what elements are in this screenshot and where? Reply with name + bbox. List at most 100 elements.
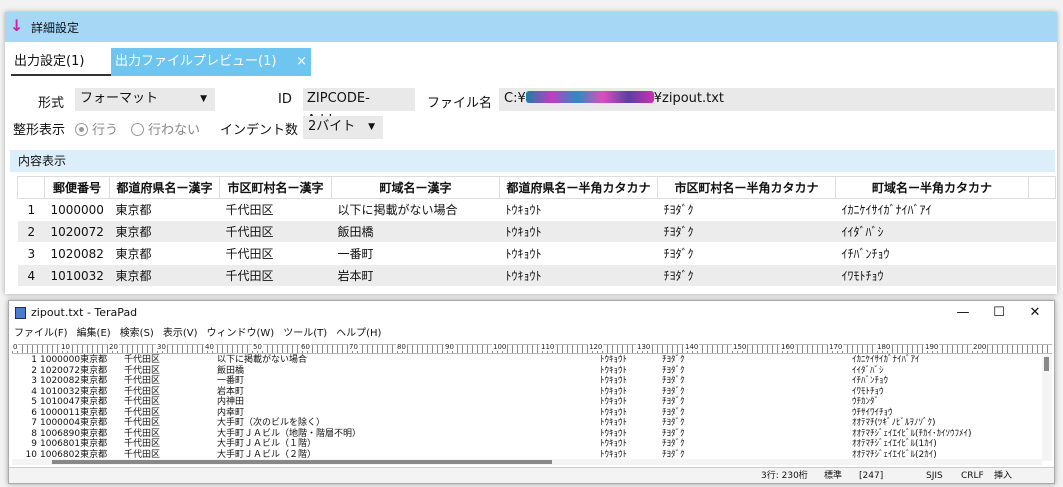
ruler-number: 140 <box>684 343 700 351</box>
table-cell: ｲﾁﾊﾞﾝﾁｮｳ <box>835 242 1029 265</box>
column-header[interactable] <box>1028 176 1056 199</box>
table-cell: 1020072 <box>44 220 110 243</box>
shaping-label: 整形表示 <box>13 123 66 138</box>
editor-line: 9 1006801東京都 千代田区 大手町ＪＡビル（１階） ﾄｳｷｮｳﾄ ﾁﾖﾀﾞｸ ｵｵﾃ… <box>12 439 1042 449</box>
table-cell: 1000000 <box>44 198 110 221</box>
line-field: 千代田区 <box>124 449 161 460</box>
ruler-number: 50 <box>252 343 263 351</box>
ruler-number: 170 <box>828 343 844 351</box>
status-field: 3行: 230桁 <box>761 471 808 481</box>
column-header[interactable]: 郵便番号 <box>44 176 110 199</box>
table-cell: 岩本町 <box>331 264 500 287</box>
line-field: 岩本町 <box>217 386 245 397</box>
tab-output-file-preview[interactable]: 出力ファイルプレビュー(1) × <box>111 48 311 76</box>
down-arrow-icon[interactable]: ↓ <box>10 17 23 35</box>
tab-label: 出力ファイルプレビュー(1) <box>115 54 277 69</box>
line-field: ﾁﾖﾀﾞｸ <box>662 355 685 365</box>
menu-item[interactable]: ウィンドウ(W) <box>207 325 275 343</box>
scroll-thumb[interactable] <box>52 460 552 464</box>
table-cell: ﾁﾖﾀﾞｸ <box>657 264 836 287</box>
tab-output-settings[interactable]: 出力設定(1) <box>11 48 111 76</box>
text-editor[interactable]: 1 1000000東京都 千代田区 以下に掲載がない場合 ﾄｳｷｮｳﾄ ﾁﾖﾀﾞｸ ｲｶﾆｹ… <box>12 355 1042 461</box>
menu-item[interactable]: ファイル(F) <box>14 325 68 343</box>
preview-table: 郵便番号 都道府県名ー漢字 市区町村名ー漢字 町域名ー漢字 都道府県名ー半角カタカナ 市区… <box>17 176 1056 287</box>
line-field: ﾄｳｷｮｳﾄ <box>600 418 628 428</box>
status-field: SJIS <box>926 471 943 481</box>
column-header[interactable]: 都道府県名ー漢字 <box>109 176 220 199</box>
close-icon[interactable]: × <box>296 48 307 76</box>
line-field: 大手町ＪＡビル（１階） <box>217 439 317 449</box>
panel-titlebar[interactable]: ↓ 詳細設定 <box>5 12 1057 42</box>
chevron-down-icon: ▼ <box>368 122 375 132</box>
line-field: 大手町ＪＡビル（地階・階層不明） <box>217 428 362 439</box>
line-field: ﾄｳｷｮｳﾄ <box>600 376 628 386</box>
line-field: ﾄｳｷｮｳﾄ <box>600 397 628 407</box>
line-field: 1000000東京都 <box>40 355 108 365</box>
line-field: ｲﾁﾊﾞﾝﾁｮｳ <box>852 376 889 386</box>
table-cell: ﾁﾖﾀﾞｸ <box>657 198 836 221</box>
table-row[interactable]: 2 1020072 東京都 千代田区 飯田橋 ﾄｳｷｮｳﾄ ﾁﾖﾀﾞｸ ｲｲﾀﾞﾊﾞｼ <box>17 220 1056 243</box>
menu-item[interactable]: ツール(T) <box>283 325 327 343</box>
column-header[interactable]: 市区町村名ー漢字 <box>219 176 332 199</box>
line-field: ﾄｳｷｮｳﾄ <box>600 428 628 439</box>
detail-settings-panel: ↓ 詳細設定 出力設定(1) 出力ファイルプレビュー(1) × 形式 フォーマッ… <box>5 12 1057 294</box>
status-field: [247] <box>859 471 884 481</box>
line-field: ﾄｳｷｮｳﾄ <box>600 386 628 397</box>
vertical-scrollbar[interactable] <box>1042 355 1052 461</box>
maximize-button[interactable]: ☐ <box>984 301 1014 325</box>
indent-select[interactable]: 2バイト ▼ <box>303 116 383 139</box>
editor-line: 3 1020082東京都 千代田区 一番町 ﾄｳｷｮｳﾄ ﾁﾖﾀﾞｸ ｲﾁﾊﾞﾝﾁｮｳ <box>12 376 1042 386</box>
line-number: 1 <box>31 355 37 365</box>
line-field: ﾁﾖﾀﾞｸ <box>662 449 685 460</box>
ruler-number: 100 <box>492 343 508 351</box>
ruler-number: 120 <box>588 343 604 351</box>
filename-field[interactable]: C:¥ ¥zipout.txt <box>499 88 1055 111</box>
column-header[interactable]: 町域名ー半角カタカナ <box>835 176 1029 199</box>
column-header[interactable]: 都道府県名ー半角カタカナ <box>499 176 658 199</box>
table-row[interactable]: 4 1010032 東京都 千代田区 岩本町 ﾄｳｷｮｳﾄ ﾁﾖﾀﾞｸ ｲﾜﾓﾄﾁｮｳ <box>17 264 1056 287</box>
line-field: ｲｲﾀﾞﾊﾞｼ <box>852 365 884 376</box>
column-header[interactable]: 市区町村名ー半角カタカナ <box>657 176 836 199</box>
format-select[interactable]: フォーマット ▼ <box>75 88 215 111</box>
table-body: 1 1000000 東京都 千代田区 以下に掲載がない場合 ﾄｳｷｮｳﾄ ﾁﾖﾀﾞｸ ｲｶﾆｹ… <box>17 198 1056 287</box>
menu-item[interactable]: ヘルプ(H) <box>336 325 381 343</box>
scroll-thumb[interactable] <box>1044 357 1049 371</box>
table-cell: 1020082 <box>44 242 110 265</box>
horizontal-scrollbar[interactable] <box>12 459 1042 465</box>
line-field: ﾁﾖﾀﾞｸ <box>662 418 685 428</box>
filename-prefix: C:¥ <box>504 91 526 106</box>
radio-shaping-off[interactable]: 行わない <box>131 119 200 138</box>
column-header[interactable]: 町域名ー漢字 <box>331 176 500 199</box>
editor-line: 6 1000011東京都 千代田区 内幸町 ﾄｳｷｮｳﾄ ﾁﾖﾀﾞｸ ｳﾁｻｲﾜｲﾁｮｳ <box>12 408 1042 418</box>
minimize-button[interactable]: — <box>948 301 978 325</box>
table-row[interactable]: 1 1000000 東京都 千代田区 以下に掲載がない場合 ﾄｳｷｮｳﾄ ﾁﾖﾀﾞｸ ｲｶﾆｹ… <box>17 198 1056 221</box>
line-field: 1006890東京都 <box>40 428 108 439</box>
menu-item[interactable]: 編集(E) <box>77 325 111 343</box>
id-label: ID <box>278 92 292 107</box>
radio-shaping-on[interactable]: 行う <box>75 119 118 138</box>
column-header[interactable] <box>17 176 45 199</box>
line-field: 1006802東京都 <box>40 449 108 460</box>
line-field: ﾁﾖﾀﾞｸ <box>662 365 685 376</box>
line-field: ｲｶﾆｹｲｻｲｶﾞﾅｲﾊﾞｱｲ <box>852 355 920 365</box>
ruler-number: 160 <box>780 343 796 351</box>
table-cell: ﾄｳｷｮｳﾄ <box>499 242 658 265</box>
line-number: 8 <box>31 428 37 439</box>
table-cell <box>1028 220 1056 243</box>
menu-item[interactable]: 検索(S) <box>120 325 154 343</box>
menu-item[interactable]: 表示(V) <box>163 325 198 343</box>
table-cell: 3 <box>17 242 45 265</box>
radio-off-label: 行わない <box>148 123 201 138</box>
line-number: 6 <box>31 407 37 418</box>
id-field[interactable]: ZIPCODE-Address <box>303 88 415 128</box>
filename-label: ファイル名 <box>427 96 493 111</box>
line-field: ｳﾁｻｲﾜｲﾁｮｳ <box>852 407 893 418</box>
line-field: 1000011東京都 <box>40 407 108 418</box>
ruler-number: 60 <box>300 343 311 351</box>
ruler-number: 110 <box>540 343 556 351</box>
table-row[interactable]: 3 1020082 東京都 千代田区 一番町 ﾄｳｷｮｳﾄ ﾁﾖﾀﾞｸ ｲﾁﾊﾞﾝﾁｮｳ <box>17 242 1056 265</box>
close-button[interactable]: ✕ <box>1020 301 1050 325</box>
table-cell: ﾄｳｷｮｳﾄ <box>499 264 658 287</box>
terapad-titlebar[interactable]: zipout.txt - TeraPad — ☐ ✕ <box>9 301 1054 325</box>
line-field: ﾄｳｷｮｳﾄ <box>600 355 628 365</box>
